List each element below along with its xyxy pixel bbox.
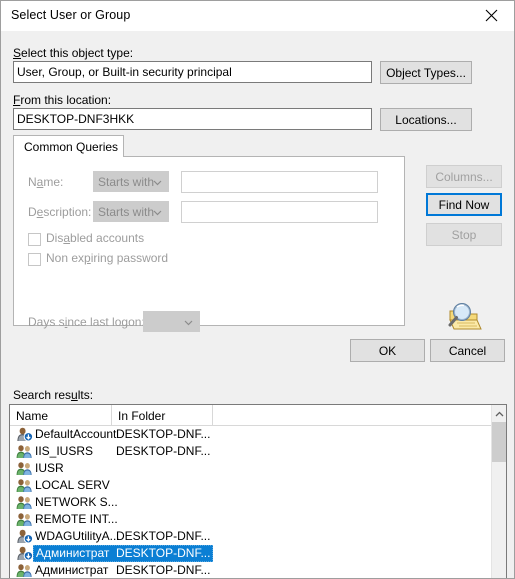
disabled-user-icon bbox=[16, 427, 34, 442]
find-now-button[interactable]: Find Now bbox=[426, 193, 502, 216]
disabled-user-icon bbox=[16, 546, 34, 561]
chevron-down-icon bbox=[153, 175, 162, 189]
location-label: From this location: bbox=[13, 93, 112, 107]
table-row[interactable]: NETWORK S... bbox=[10, 494, 491, 511]
row-name: Администрат bbox=[36, 546, 110, 560]
group-icon bbox=[16, 444, 33, 459]
row-in-folder: DESKTOP-DNF... bbox=[116, 444, 211, 458]
group-icon bbox=[16, 461, 33, 476]
description-condition-select[interactable]: Starts with bbox=[93, 201, 169, 222]
disabled-user-icon bbox=[16, 529, 34, 544]
disabled-accounts-label: Disabled accounts bbox=[46, 231, 145, 245]
row-in-folder: DESKTOP-DNF... bbox=[116, 563, 211, 577]
row-name: NETWORK S... bbox=[35, 495, 118, 509]
days-since-last-logon-label: Days since last logon: bbox=[28, 315, 145, 329]
name-condition-select[interactable]: Starts with bbox=[93, 171, 169, 192]
chevron-down-icon bbox=[153, 205, 162, 219]
row-in-folder: DESKTOP-DNF... bbox=[116, 529, 211, 543]
object-type-input[interactable]: User, Group, or Built-in security princi… bbox=[13, 61, 372, 83]
column-header-in-folder[interactable]: In Folder bbox=[112, 405, 213, 426]
row-name: IIS_IUSRS bbox=[35, 444, 94, 458]
row-name: Администрат bbox=[35, 563, 109, 577]
table-row[interactable]: WDAGUtilityA... DESKTOP-DNF... bbox=[10, 528, 491, 545]
locations-button[interactable]: Locations... bbox=[380, 108, 472, 131]
row-in-folder: DESKTOP-DNF... bbox=[116, 427, 211, 441]
row-name: WDAGUtilityA... bbox=[35, 529, 120, 543]
table-row[interactable]: Администрат DESKTOP-DNF... bbox=[10, 545, 491, 562]
window-title: Select User or Group bbox=[11, 8, 131, 22]
magnifier-folder-icon bbox=[444, 299, 488, 337]
title-bar: Select User or Group bbox=[1, 1, 514, 31]
row-name: REMOTE INT... bbox=[35, 512, 118, 526]
description-label: Description: bbox=[28, 205, 92, 219]
checkbox-box bbox=[28, 233, 41, 246]
column-header-name[interactable]: Name bbox=[10, 405, 112, 426]
chevron-down-icon bbox=[184, 315, 193, 329]
object-type-label: Select this object type: bbox=[13, 46, 134, 60]
columns-button[interactable]: Columns... bbox=[426, 165, 502, 188]
search-results-listview: Name In Folder DefaultAccount DESKTOP-DNF… bbox=[9, 404, 507, 578]
tab-panel-seam bbox=[14, 156, 123, 158]
table-row[interactable]: REMOTE INT... bbox=[10, 511, 491, 528]
cancel-button[interactable]: Cancel bbox=[430, 339, 505, 362]
listview-header: Name In Folder bbox=[10, 405, 506, 426]
listview-rows: DefaultAccount DESKTOP-DNF... IIS_IUSRS DES… bbox=[10, 426, 491, 578]
row-in-folder: DESKTOP-DNF... bbox=[116, 546, 211, 560]
row-name: DefaultAccount bbox=[35, 427, 117, 441]
column-header-filler bbox=[213, 405, 491, 426]
table-row[interactable]: IUSR bbox=[10, 460, 491, 477]
table-row[interactable]: LOCAL SERV bbox=[10, 477, 491, 494]
select-user-or-group-dialog: Select User or Group Select this object … bbox=[0, 0, 515, 579]
close-glyph bbox=[485, 9, 497, 22]
row-name: LOCAL SERV bbox=[35, 478, 110, 492]
table-row[interactable]: DefaultAccount DESKTOP-DNF... bbox=[10, 426, 491, 443]
close-icon[interactable] bbox=[468, 1, 514, 30]
name-value-input[interactable] bbox=[181, 171, 378, 193]
name-label: Name: bbox=[28, 175, 64, 189]
group-icon bbox=[16, 495, 33, 510]
table-row[interactable]: Администрат DESKTOP-DNF... bbox=[10, 562, 491, 578]
scrollbar-thumb[interactable] bbox=[492, 422, 506, 462]
checkbox-box bbox=[28, 253, 41, 266]
group-icon bbox=[16, 512, 33, 527]
dialog-body: Select this object type: User, Group, or… bbox=[1, 31, 514, 578]
days-since-last-logon-select[interactable] bbox=[143, 311, 200, 332]
non-expiring-password-label: Non expiring password bbox=[46, 251, 169, 265]
chevron-up-icon[interactable] bbox=[492, 405, 506, 422]
stop-button[interactable]: Stop bbox=[426, 223, 502, 246]
row-name: IUSR bbox=[35, 461, 64, 475]
ok-button[interactable]: OK bbox=[350, 339, 425, 362]
object-types-button[interactable]: Object Types... bbox=[380, 61, 472, 84]
listview-scrollbar[interactable] bbox=[491, 405, 506, 578]
tab-common-queries[interactable]: Common Queries bbox=[13, 135, 124, 157]
description-value-input[interactable] bbox=[181, 201, 378, 223]
search-results-label: Search results: bbox=[13, 388, 94, 402]
group-icon bbox=[16, 563, 33, 578]
table-row[interactable]: IIS_IUSRS DESKTOP-DNF... bbox=[10, 443, 491, 460]
location-input[interactable]: DESKTOP-DNF3HKK bbox=[13, 108, 372, 130]
group-icon bbox=[16, 478, 33, 493]
tab-label: Common Queries bbox=[24, 140, 119, 154]
